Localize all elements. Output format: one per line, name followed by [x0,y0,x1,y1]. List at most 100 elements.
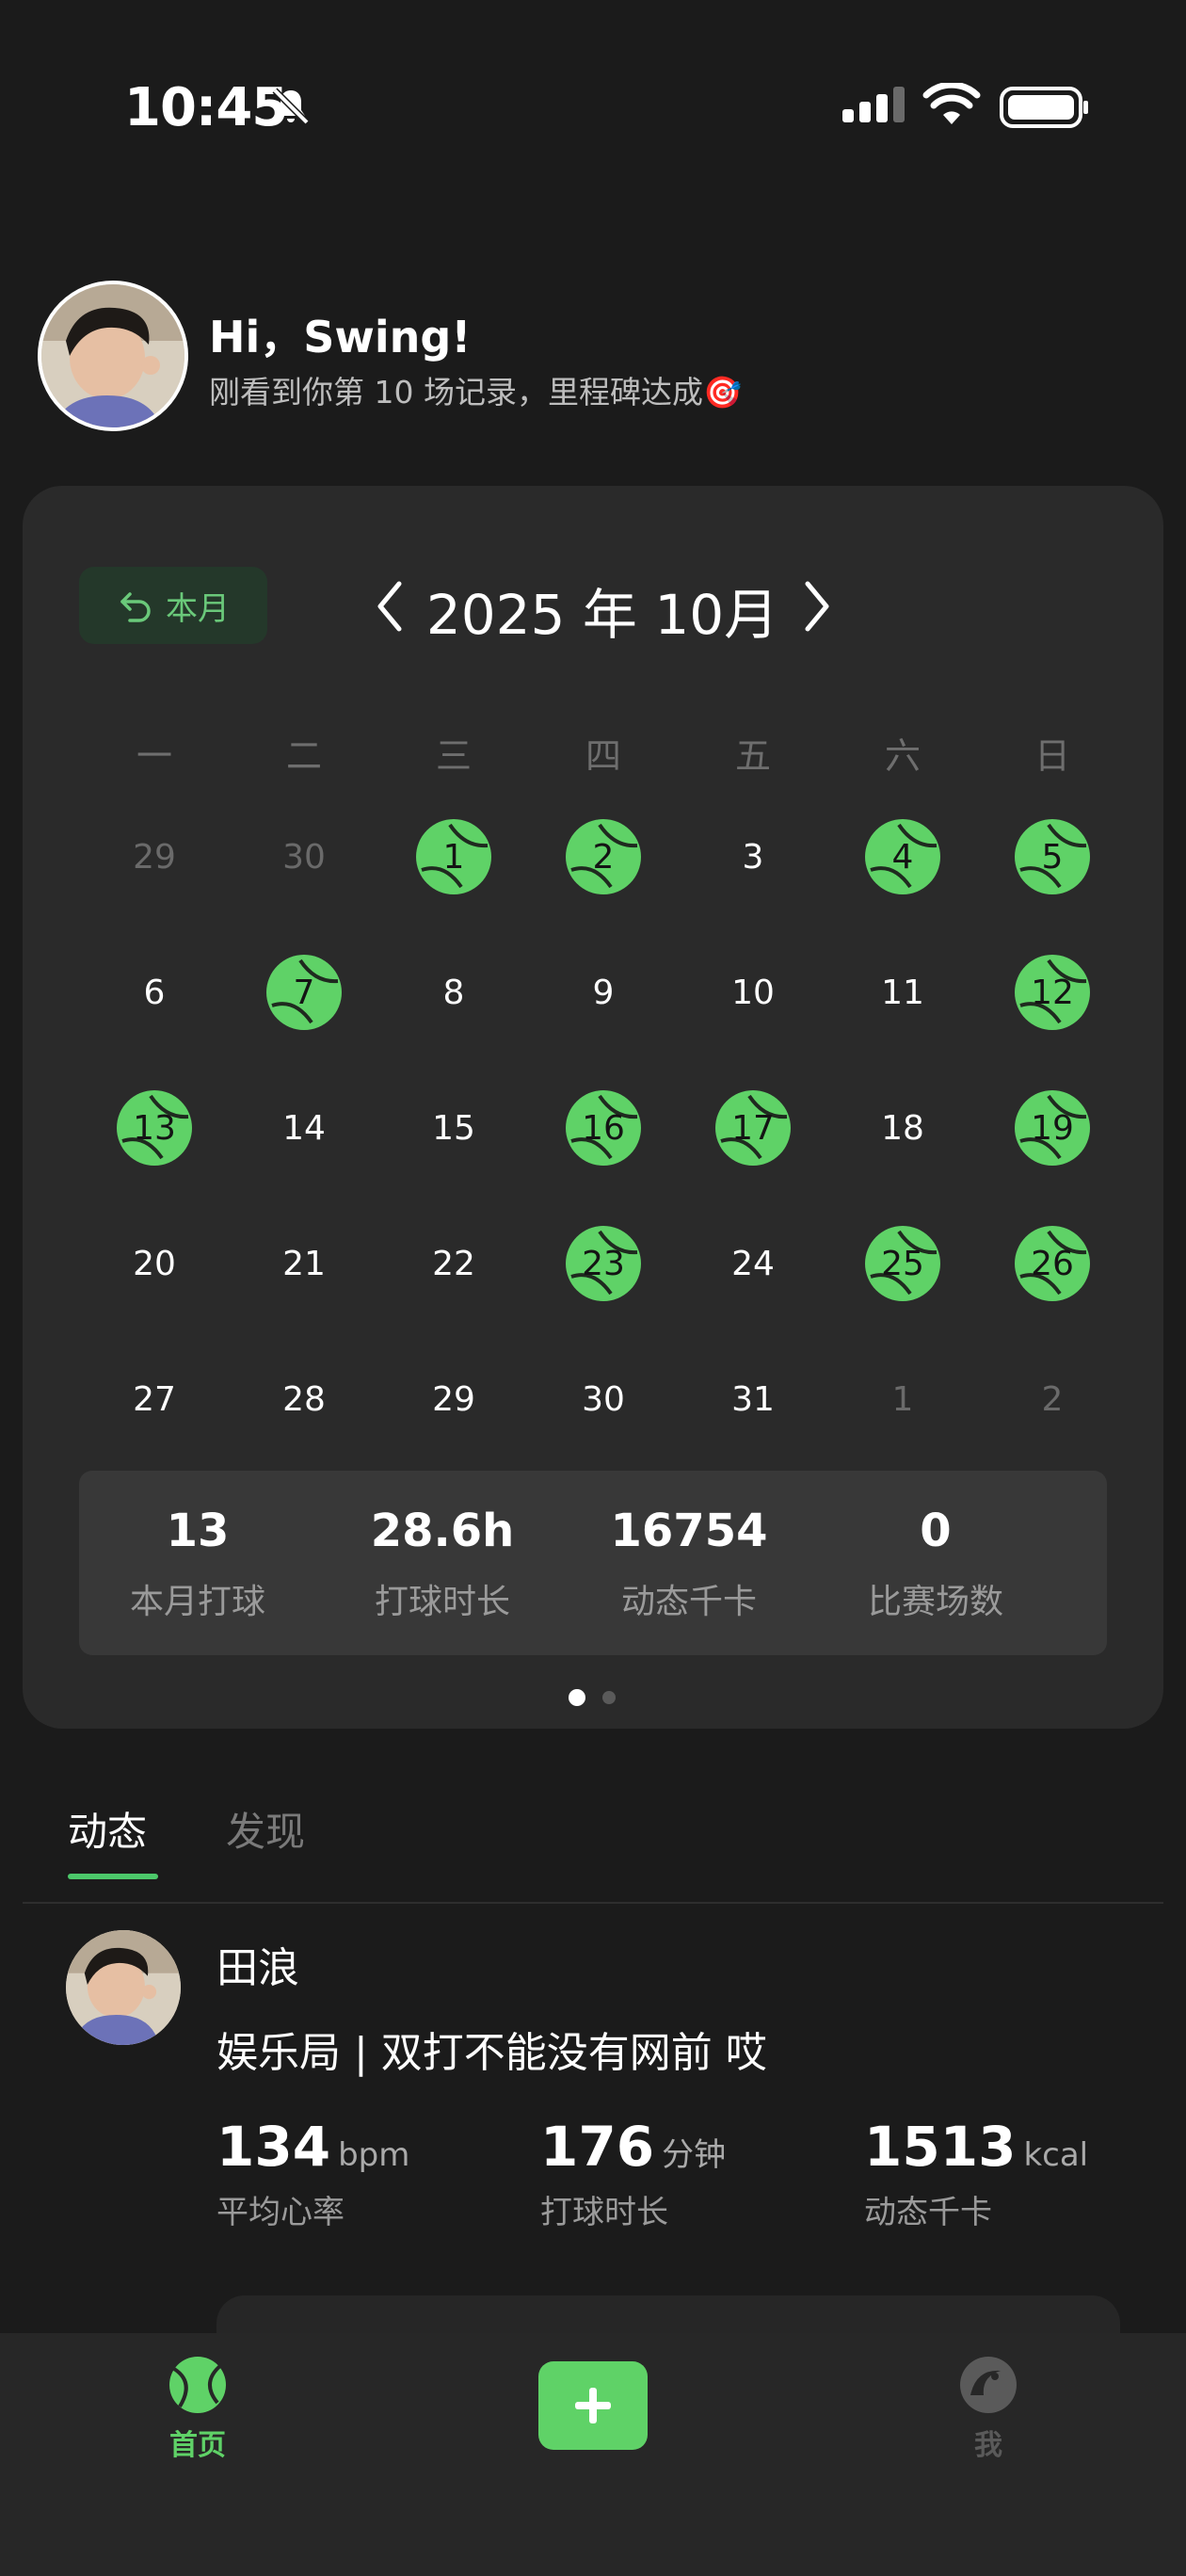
stat-value: 28.6h [370,1505,515,1557]
add-record-button[interactable] [538,2361,648,2450]
chevron-left-icon[interactable] [367,576,414,636]
wifi-icon [922,83,981,124]
nav-home[interactable]: 首页 [122,2354,273,2463]
active-tab-indicator [68,1874,158,1879]
calendar-day[interactable]: 22 [407,1216,501,1311]
stat-label: 动态千卡 [620,1583,757,1621]
calendar-day-played[interactable]: 25 [856,1216,950,1311]
calendar-day-played[interactable]: 7 [257,945,351,1039]
calendar-day[interactable]: 2 [1005,1352,1099,1446]
calendar-day-played[interactable]: 17 [706,1081,800,1175]
calories-value: 1513 [864,2115,1017,2179]
day-number: 18 [881,1108,924,1148]
calendar-day[interactable]: 11 [856,945,950,1039]
day-number: 13 [133,1108,176,1148]
calendar-day-played[interactable]: 19 [1005,1081,1099,1175]
calendar-day[interactable]: 28 [257,1352,351,1446]
day-number: 5 [1041,837,1064,877]
tab-activity[interactable]: 动态 [68,1800,147,1858]
tab-discover[interactable]: 发现 [226,1800,305,1858]
calendar-day[interactable]: 18 [856,1081,950,1175]
divider [23,1902,1163,1904]
calendar-day-played[interactable]: 23 [556,1216,650,1311]
greeting-header: Hi，Swing! 刚看到你第 10 场记录，里程碑达成🎯 [38,281,1148,431]
avatar[interactable] [38,281,188,431]
day-number: 8 [442,973,465,1012]
day-number: 30 [582,1379,625,1419]
weekday-header: 一二三四五六日 [68,727,1114,783]
day-number: 19 [1031,1108,1074,1148]
day-number: 29 [432,1379,475,1419]
day-number: 30 [282,837,326,877]
calendar-day[interactable]: 14 [257,1081,351,1175]
weekday-label: 五 [734,735,771,777]
calendar-day-played[interactable]: 13 [107,1081,201,1175]
calendar-day[interactable]: 30 [257,810,351,904]
month-title: 2025 年 10月 [425,583,779,647]
duration-label: 打球时长 [540,2194,668,2231]
day-number: 12 [1031,973,1074,1012]
calendar-day-played[interactable]: 12 [1005,945,1099,1039]
day-number: 3 [742,837,764,877]
day-number: 20 [133,1244,176,1283]
calendar-day[interactable]: 3 [706,810,800,904]
calendar-day-played[interactable]: 5 [1005,810,1099,904]
feed-stat-duration: 176 分钟 打球时长 [540,2115,726,2232]
chevron-right-icon[interactable] [793,576,840,636]
stat-value: 13 [166,1505,230,1557]
calendar-grid: 29 30 1 2 3 4 5 6 7 8 9 10 11 12 13 14 15 16 17 18 19 20 21 22 2… [68,810,1114,1488]
weekday-label: 日 [1034,735,1070,777]
calendar-day-played[interactable]: 4 [856,810,950,904]
feed-author-name[interactable]: 田浪 [216,1934,299,1994]
day-number: 29 [133,837,176,877]
day-number: 16 [582,1108,625,1148]
calendar-day[interactable]: 21 [257,1216,351,1311]
day-number: 11 [881,973,924,1012]
calendar-day[interactable]: 6 [107,945,201,1039]
page-dot-active[interactable] [569,1689,585,1706]
day-number: 14 [282,1108,326,1148]
calendar-day[interactable]: 31 [706,1352,800,1446]
calendar-day[interactable]: 29 [407,1352,501,1446]
battery-icon [1000,87,1088,128]
calendar-day[interactable]: 29 [107,810,201,904]
calendar-day[interactable]: 10 [706,945,800,1039]
avatar-photo [66,1930,181,2045]
feed-item[interactable]: 田浪 娱乐局 | 双打不能没有网前 哎 134 bpm 平均心率 176 分钟 打球… [66,1930,1148,2371]
day-number: 2 [592,837,615,877]
calendar-day[interactable]: 8 [407,945,501,1039]
day-number: 21 [282,1244,326,1283]
profile-icon [960,2357,1017,2413]
nav-me[interactable]: 我 [913,2354,1064,2463]
calendar-day[interactable]: 9 [556,945,650,1039]
calendar-day[interactable]: 20 [107,1216,201,1311]
day-number: 25 [881,1244,924,1283]
calendar-day-played[interactable]: 2 [556,810,650,904]
stat-item: 16754 动态千卡 [567,1505,811,1623]
weekday-label: 六 [884,735,921,777]
calendar-day[interactable]: 30 [556,1352,650,1446]
monthly-stats: 13 本月打球 28.6h 打球时长 16754 动态千卡 0 比赛场数 [79,1471,1107,1655]
avatar[interactable] [66,1930,181,2045]
calendar-day-played[interactable]: 1 [407,810,501,904]
calendar-day[interactable]: 15 [407,1081,501,1175]
day-number: 27 [133,1379,176,1419]
day-number: 26 [1031,1244,1074,1283]
calendar-day[interactable]: 24 [706,1216,800,1311]
day-number: 22 [432,1244,475,1283]
day-number: 24 [731,1244,775,1283]
weekday-label: 四 [585,735,621,777]
page-dot[interactable] [602,1691,616,1704]
calendar-day[interactable]: 1 [856,1352,950,1446]
calendar-day-played[interactable]: 26 [1005,1216,1099,1311]
feed-stat-heart-rate: 134 bpm 平均心率 [216,2115,409,2232]
duration-unit: 分钟 [662,2136,727,2174]
calendar-day[interactable]: 27 [107,1352,201,1446]
this-month-button[interactable]: 本月 [79,567,267,644]
day-number: 1 [442,837,465,877]
calendar-day-played[interactable]: 16 [556,1081,650,1175]
stat-value: 16754 [610,1505,768,1557]
day-number: 7 [293,973,315,1012]
heart-rate-label: 平均心率 [216,2194,345,2231]
feed-stat-calories: 1513 kcal 动态千卡 [864,2115,1088,2232]
